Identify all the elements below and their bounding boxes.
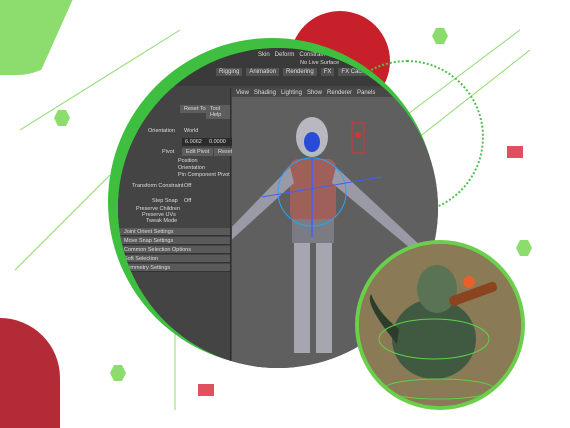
section-symmetry[interactable]: Symmetry Settings	[118, 264, 230, 272]
creature-render	[359, 244, 521, 406]
orientation-label: Orientation	[148, 128, 175, 134]
tab-fx-caching[interactable]: FX Caching	[338, 68, 376, 76]
section-common-selection[interactable]: Common Selection Options	[118, 246, 230, 254]
vp-menu-shading[interactable]: Shading	[254, 90, 276, 96]
tab-custom[interactable]: Custom	[379, 68, 407, 76]
tab-fx[interactable]: FX	[320, 68, 335, 76]
vp-menu-renderer[interactable]: Renderer	[327, 90, 352, 96]
viewport-menu: View Shading Lighting Show Renderer Pane…	[232, 88, 438, 97]
step-snap-dropdown[interactable]: Off	[184, 198, 191, 204]
orientation-dropdown[interactable]: World	[184, 128, 198, 134]
pivot-label: Pivot	[162, 149, 175, 155]
vp-menu-view[interactable]: View	[236, 90, 249, 96]
decorative-red-rect	[507, 146, 523, 158]
section-soft-selection[interactable]: Soft Selection	[118, 255, 230, 263]
shelf-tabs: Rigging Animation Rendering FX FX Cachin…	[216, 68, 407, 76]
transform-constraint-dropdown[interactable]: Off	[184, 183, 191, 189]
creature-inset	[355, 240, 525, 410]
orientation-checkbox[interactable]: Orientation	[178, 165, 205, 171]
status-surface: No Live Surface	[300, 60, 340, 66]
maya-toolbar: Skin Deform Constrain Control No Live Su…	[118, 48, 438, 86]
menu-deform[interactable]: Deform	[275, 52, 295, 58]
tool-settings-panel: Reset Tool Tool Help Orientation World 6…	[118, 88, 242, 368]
tab-rendering[interactable]: Rendering	[283, 68, 317, 76]
tab-rigging[interactable]: Rigging	[216, 68, 243, 76]
vp-menu-panels[interactable]: Panels	[357, 90, 375, 96]
step-snap-label: Step Snap	[152, 198, 178, 204]
edit-pivot-button[interactable]: Edit Pivot	[182, 148, 214, 156]
vp-menu-show[interactable]: Show	[307, 90, 322, 96]
menu-bar: Skin Deform Constrain Control	[258, 52, 349, 58]
section-joint-orient[interactable]: Joint Orient Settings	[118, 228, 230, 236]
tab-animation[interactable]: Animation	[246, 68, 280, 76]
menu-control[interactable]: Control	[330, 52, 349, 58]
tweak-mode-label[interactable]: Tweak Mode	[146, 218, 177, 224]
menu-skin[interactable]: Skin	[258, 52, 270, 58]
vp-menu-lighting[interactable]: Lighting	[281, 90, 302, 96]
menu-constrain[interactable]: Constrain	[299, 52, 325, 58]
position-checkbox[interactable]: Position	[178, 158, 198, 164]
transform-constraint-label: Transform Constraint	[132, 183, 184, 189]
section-move-snap[interactable]: Move Snap Settings	[118, 237, 230, 245]
tool-help-button[interactable]: Tool Help	[206, 105, 230, 119]
decorative-red-rect	[198, 384, 214, 396]
pin-component-checkbox[interactable]: Pin Component Pivot	[178, 172, 230, 178]
